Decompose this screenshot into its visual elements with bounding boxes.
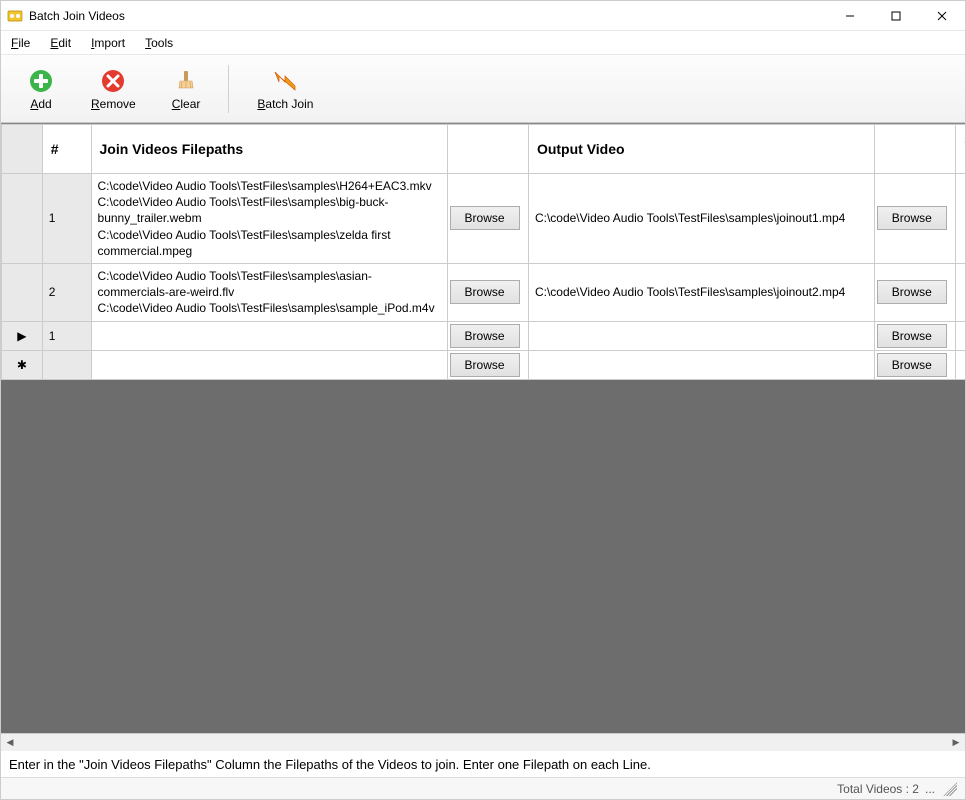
clear-icon — [172, 67, 200, 95]
filepaths-cell[interactable] — [91, 350, 447, 379]
status-ellipsis: ... — [925, 782, 935, 796]
filepaths-cell[interactable]: C:\code\Video Audio Tools\TestFiles\samp… — [91, 174, 447, 264]
extra-cell[interactable] — [956, 263, 965, 321]
browse-cell: Browse — [874, 350, 955, 379]
row-number-cell[interactable]: 1 — [42, 174, 91, 264]
output-cell[interactable]: C:\code\Video Audio Tools\TestFiles\samp… — [528, 263, 874, 321]
row-header-cell[interactable]: ▶ — [2, 321, 43, 350]
browse-cell: Browse — [447, 350, 528, 379]
status-bar: Total Videos : 2 ... — [1, 777, 965, 799]
extra-cell[interactable] — [956, 321, 965, 350]
column-header-output[interactable]: Output Video — [528, 125, 874, 174]
extra-cell[interactable] — [956, 350, 965, 379]
menubar: File Edit Import Tools — [1, 31, 965, 55]
output-cell[interactable] — [528, 350, 874, 379]
browse-input-button[interactable]: Browse — [450, 353, 520, 377]
scroll-track[interactable] — [19, 734, 947, 751]
output-cell[interactable] — [528, 321, 874, 350]
hint-text: Enter in the "Join Videos Filepaths" Col… — [1, 751, 965, 777]
batch-join-icon — [271, 67, 299, 95]
table-row[interactable]: ▶1 Browse Browse — [2, 321, 966, 350]
horizontal-scrollbar[interactable]: ◀ ▶ — [1, 733, 965, 751]
row-header-cell[interactable] — [2, 174, 43, 264]
browse-output-button[interactable]: Browse — [877, 353, 947, 377]
table-row-new[interactable]: ✱ Browse Browse — [2, 350, 966, 379]
column-header-browse1[interactable] — [447, 125, 528, 174]
column-header-extra[interactable]: OF — [956, 125, 965, 174]
menu-tools[interactable]: Tools — [145, 36, 173, 50]
remove-icon — [99, 67, 127, 95]
column-header-browse2[interactable] — [874, 125, 955, 174]
table-row[interactable]: 2C:\code\Video Audio Tools\TestFiles\sam… — [2, 263, 966, 321]
add-button[interactable]: Add — [9, 55, 73, 122]
grid-empty-area — [1, 380, 965, 734]
minimize-button[interactable] — [827, 1, 873, 31]
row-header-cell[interactable]: ✱ — [2, 350, 43, 379]
browse-cell: Browse — [447, 263, 528, 321]
filepaths-cell[interactable]: C:\code\Video Audio Tools\TestFiles\samp… — [91, 263, 447, 321]
menu-file[interactable]: File — [11, 36, 30, 50]
column-header-num[interactable]: # — [42, 125, 91, 174]
browse-output-button[interactable]: Browse — [877, 206, 947, 230]
row-number-cell[interactable]: 2 — [42, 263, 91, 321]
extra-cell[interactable] — [956, 174, 965, 264]
browse-cell: Browse — [874, 263, 955, 321]
status-total: Total Videos : 2 — [837, 782, 919, 796]
add-icon — [27, 67, 55, 95]
toolbar: Add Remove Clear — [1, 55, 965, 123]
browse-cell: Browse — [447, 174, 528, 264]
clear-button[interactable]: Clear — [154, 55, 219, 122]
batch-join-label: Batch Join — [257, 97, 313, 111]
table-row[interactable]: 1C:\code\Video Audio Tools\TestFiles\sam… — [2, 174, 966, 264]
row-header-blank[interactable] — [2, 125, 43, 174]
browse-input-button[interactable]: Browse — [450, 280, 520, 304]
browse-cell: Browse — [874, 321, 955, 350]
window-controls — [827, 1, 965, 31]
remove-label: Remove — [91, 97, 136, 111]
menu-edit[interactable]: Edit — [50, 36, 71, 50]
close-button[interactable] — [919, 1, 965, 31]
browse-input-button[interactable]: Browse — [450, 324, 520, 348]
batch-join-button[interactable]: Batch Join — [239, 55, 331, 122]
filepaths-cell[interactable] — [91, 321, 447, 350]
clear-label: Clear — [172, 97, 201, 111]
browse-output-button[interactable]: Browse — [877, 280, 947, 304]
add-label: Add — [30, 97, 51, 111]
maximize-button[interactable] — [873, 1, 919, 31]
data-grid[interactable]: # Join Videos Filepaths Output Video OF … — [1, 123, 965, 733]
remove-button[interactable]: Remove — [73, 55, 154, 122]
browse-cell: Browse — [447, 321, 528, 350]
browse-input-button[interactable]: Browse — [450, 206, 520, 230]
row-number-cell[interactable]: 1 — [42, 321, 91, 350]
menu-import[interactable]: Import — [91, 36, 125, 50]
titlebar: Batch Join Videos — [1, 1, 965, 31]
scroll-left-icon[interactable]: ◀ — [1, 734, 19, 751]
grid-table: # Join Videos Filepaths Output Video OF … — [1, 124, 965, 380]
resize-grip-icon[interactable] — [943, 782, 957, 796]
row-header-cell[interactable] — [2, 263, 43, 321]
window-title: Batch Join Videos — [29, 9, 827, 23]
output-cell[interactable]: C:\code\Video Audio Tools\TestFiles\samp… — [528, 174, 874, 264]
toolbar-separator — [228, 65, 229, 113]
column-header-filepaths[interactable]: Join Videos Filepaths — [91, 125, 447, 174]
scroll-right-icon[interactable]: ▶ — [947, 734, 965, 751]
row-number-cell[interactable] — [42, 350, 91, 379]
browse-cell: Browse — [874, 174, 955, 264]
browse-output-button[interactable]: Browse — [877, 324, 947, 348]
app-icon — [7, 8, 23, 24]
